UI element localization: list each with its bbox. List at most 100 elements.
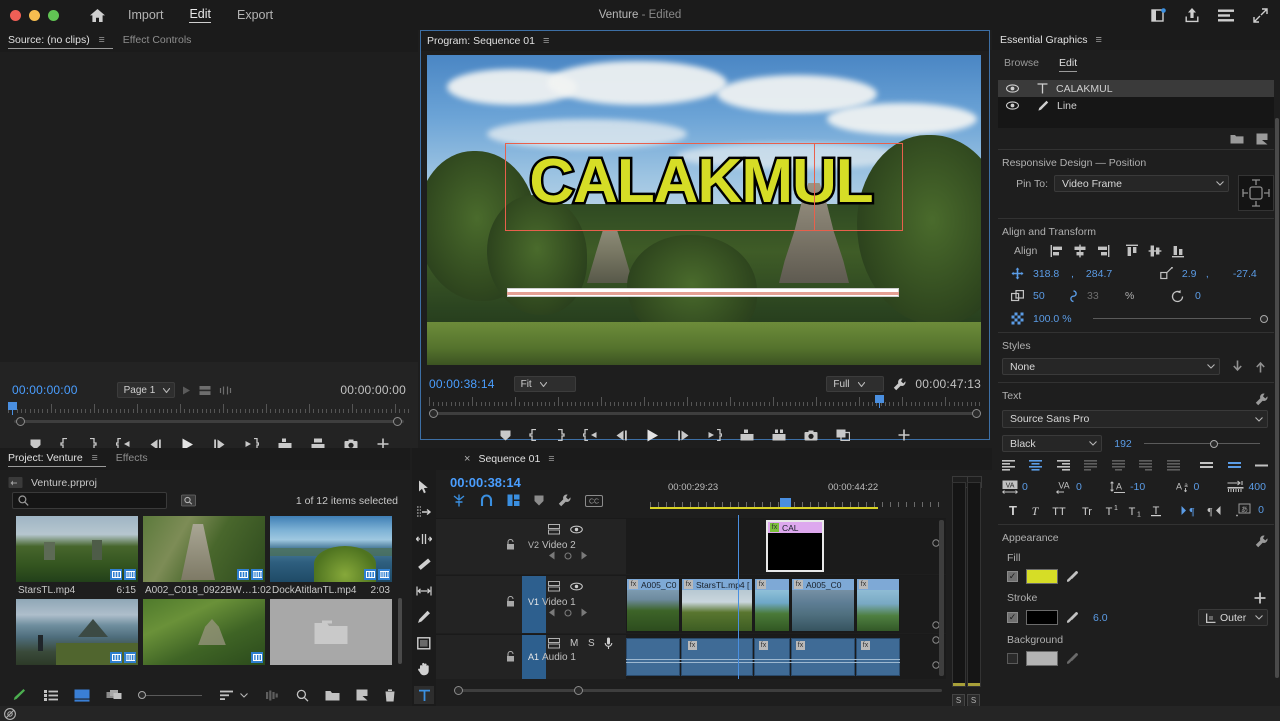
lock-icon[interactable]: [506, 651, 515, 662]
timeline-panel-tabs[interactable]: × Sequence 01 ≡: [412, 448, 992, 470]
delete-icon[interactable]: [384, 689, 396, 702]
video-clip[interactable]: fx: [754, 578, 790, 632]
wrench-icon[interactable]: [1255, 393, 1268, 406]
opacity-value[interactable]: 100.0 %: [1033, 313, 1087, 325]
style-select[interactable]: None: [1002, 358, 1220, 375]
layer-row-line[interactable]: Line: [998, 97, 1274, 114]
rolling-edit-tool[interactable]: [414, 556, 434, 574]
captions-icon[interactable]: CC: [585, 495, 603, 507]
timeline-vertical-scrollbar[interactable]: [939, 520, 944, 676]
program-zoom-right-handle[interactable]: [972, 409, 981, 418]
linked-selection-icon[interactable]: [507, 494, 520, 507]
marker-flag-icon[interactable]: [199, 385, 211, 396]
home-icon[interactable]: [84, 4, 110, 26]
tab-project-menu-icon[interactable]: ≡: [92, 452, 98, 464]
keyframe-nav-v2[interactable]: [548, 551, 588, 560]
align-right-icon[interactable]: [1096, 244, 1110, 258]
timeline-tab-label[interactable]: Sequence 01: [478, 453, 540, 465]
thumbnail[interactable]: [143, 516, 265, 582]
eye-icon[interactable]: [1006, 84, 1019, 93]
audio-level-line[interactable]: [626, 659, 900, 660]
keyframe-nav-v1[interactable]: [548, 608, 588, 617]
playback-quality-select[interactable]: Full: [826, 376, 884, 392]
timeline-zoom-left-handle[interactable]: [454, 686, 463, 695]
layer-tools[interactable]: [992, 128, 1280, 149]
stroke-type-select[interactable]: Outer: [1198, 609, 1268, 626]
new-folder-icon[interactable]: [1230, 133, 1244, 145]
video-clip[interactable]: fx: [856, 578, 900, 632]
program-current-time[interactable]: 00:00:38:14: [429, 377, 495, 391]
link-icon[interactable]: [1069, 289, 1081, 303]
track-a1[interactable]: A1 Audio 1 M S fx fx fx fx: [436, 634, 946, 679]
align-text-right-icon[interactable]: [1057, 460, 1070, 471]
eg-tab-browse[interactable]: Browse: [1004, 57, 1039, 72]
go-to-in-icon[interactable]: [583, 429, 597, 441]
faux-italic-icon[interactable]: T: [1028, 504, 1042, 517]
layer-row-calakmul[interactable]: CALAKMUL: [998, 80, 1274, 97]
track-v2-lane[interactable]: fx CAL: [626, 519, 946, 574]
mark-out-icon[interactable]: [556, 429, 565, 441]
subscript-icon[interactable]: T1: [1127, 504, 1142, 517]
timeline-ruler[interactable]: 00:00:29:23 00:00:44:22: [650, 470, 946, 518]
tracking-control[interactable]: VA 0: [1002, 480, 1028, 494]
pin-to-select[interactable]: Video Frame: [1054, 175, 1229, 192]
timeline-playhead[interactable]: [738, 515, 739, 679]
source-zoom-bar[interactable]: [8, 417, 410, 426]
sync-lock-icon[interactable]: [548, 581, 560, 592]
tab-program-menu-icon[interactable]: ≡: [543, 35, 549, 47]
wrench-icon[interactable]: [893, 378, 906, 391]
search-input[interactable]: [12, 492, 167, 509]
audio-clip[interactable]: fx: [791, 638, 855, 676]
work-area-bar[interactable]: [650, 507, 878, 509]
small-caps-icon[interactable]: Tr: [1077, 504, 1097, 517]
tab-source[interactable]: Source: (no clips) ≡: [8, 34, 113, 49]
source-zoom-right-handle[interactable]: [393, 417, 402, 426]
lock-icon[interactable]: [506, 539, 515, 550]
eye-icon[interactable]: [1006, 101, 1019, 110]
lock-icon[interactable]: [506, 596, 515, 607]
font-size-slider-knob[interactable]: [1210, 440, 1218, 448]
program-scrubber[interactable]: [429, 395, 981, 408]
position-x-value[interactable]: 318.8: [1033, 268, 1073, 280]
stroke-color-swatch[interactable]: [1026, 610, 1058, 625]
tab-program-label[interactable]: Program: Sequence 01: [427, 35, 535, 47]
step-back-icon[interactable]: [615, 430, 628, 441]
source-playhead[interactable]: [8, 402, 17, 415]
minimize-window-button[interactable]: [29, 10, 40, 21]
justify-last-center-icon[interactable]: [1112, 460, 1125, 471]
menu-tab-export[interactable]: Export: [237, 8, 273, 23]
source-zoom-left-handle[interactable]: [16, 417, 25, 426]
eg-scrollbar[interactable]: [1275, 118, 1279, 678]
align-bottom-icon[interactable]: [1171, 244, 1185, 258]
plus-icon[interactable]: [1254, 592, 1266, 604]
align-middle-icon[interactable]: [1228, 460, 1241, 471]
main-menu-tabs[interactable]: Import Edit Export: [128, 7, 273, 23]
icon-view-icon[interactable]: [74, 689, 90, 702]
extract-icon[interactable]: [772, 429, 786, 441]
pen-green-icon[interactable]: [12, 688, 26, 702]
ripple-edit-tool[interactable]: [414, 530, 434, 548]
justify-last-right-icon[interactable]: [1139, 460, 1152, 471]
sort-chevron-icon[interactable]: [240, 693, 248, 698]
align-top-icon[interactable]: [1200, 460, 1213, 471]
project-item[interactable]: A002_C018_0922BW… 1:02: [143, 516, 265, 596]
eye-icon[interactable]: [570, 582, 583, 591]
parent-folder-icon[interactable]: [8, 476, 23, 489]
menu-tab-edit[interactable]: Edit: [189, 7, 211, 23]
sync-lock-icon[interactable]: [548, 524, 560, 535]
automate-to-sequence-icon[interactable]: [266, 690, 280, 701]
maximize-window-button[interactable]: [48, 10, 59, 21]
filter-bin-icon[interactable]: [181, 494, 196, 507]
add-marker-icon[interactable]: [500, 430, 511, 441]
new-item-icon[interactable]: [356, 689, 368, 701]
close-icon[interactable]: ×: [464, 453, 470, 465]
eye-icon[interactable]: [570, 525, 583, 534]
page-select[interactable]: Page 1: [117, 382, 176, 398]
sync-lock-icon[interactable]: [548, 638, 560, 649]
mark-in-icon[interactable]: [529, 429, 538, 441]
track-v1[interactable]: V1 Video 1 fxA005_C0: [436, 575, 946, 633]
program-panel-tabs[interactable]: Program: Sequence 01 ≡: [421, 31, 989, 51]
step-forward-icon[interactable]: [677, 430, 690, 441]
export-frame-icon[interactable]: [804, 430, 818, 441]
push-down-icon[interactable]: [1232, 360, 1243, 373]
